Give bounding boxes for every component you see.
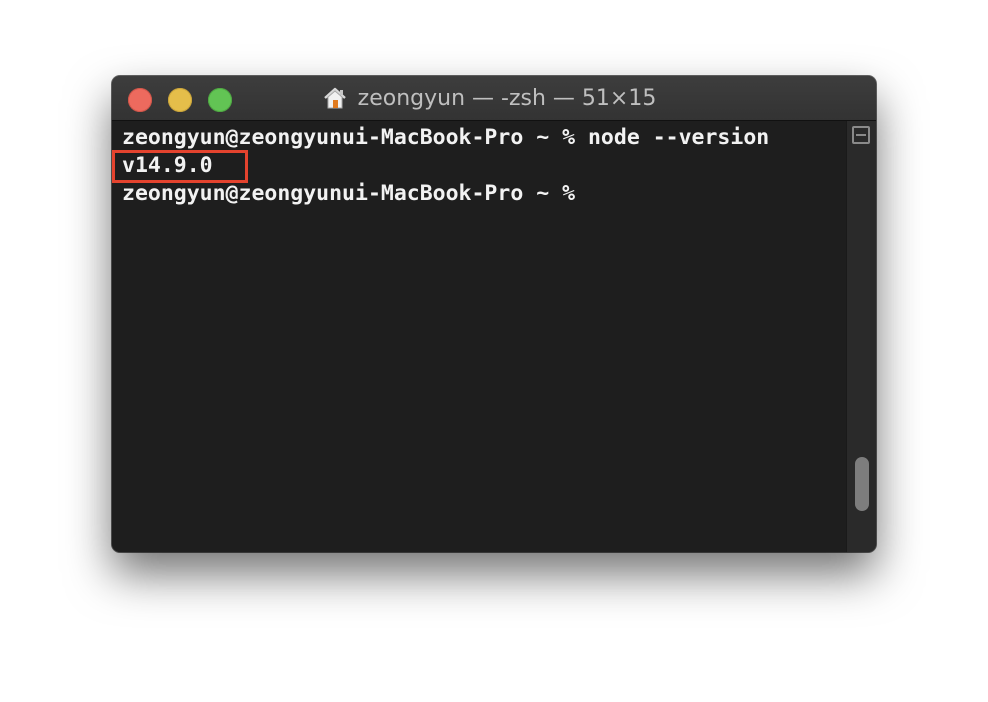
home-icon (323, 87, 346, 109)
window-title: zeongyun — -zsh — 51×15 (357, 85, 657, 111)
vertical-scrollbar[interactable] (846, 121, 876, 552)
window-title-group: zeongyun — -zsh — 51×15 (112, 76, 876, 120)
terminal-output[interactable]: zeongyun@zeongyunui-MacBook-Pro ~ % node… (112, 121, 846, 552)
version-output: v14.9.0 (122, 153, 213, 178)
command-line: zeongyun@zeongyunui-MacBook-Pro ~ % node… (122, 125, 770, 150)
terminal-window: zeongyun — -zsh — 51×15 zeongyun@zeongyu… (112, 76, 876, 552)
prompt-line: zeongyun@zeongyunui-MacBook-Pro ~ % (122, 181, 576, 206)
split-pane-icon[interactable] (852, 126, 870, 144)
title-bar[interactable]: zeongyun — -zsh — 51×15 (112, 76, 876, 121)
scroll-thumb[interactable] (855, 457, 869, 511)
